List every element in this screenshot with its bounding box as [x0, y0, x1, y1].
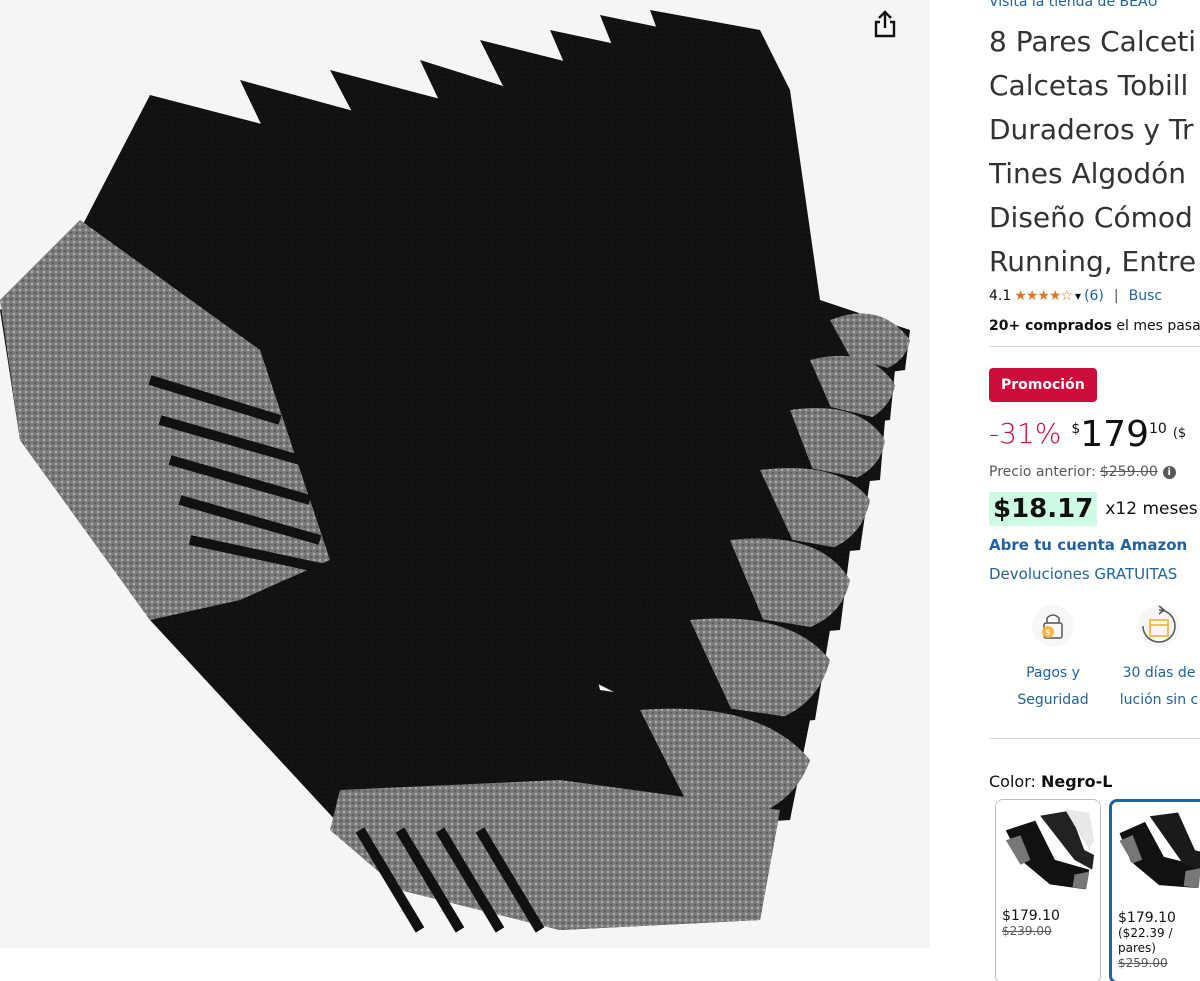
- title-line: Duraderos y Tr: [989, 113, 1194, 146]
- feature-line: lución sin c: [1119, 692, 1199, 708]
- price-row: -31% $ 179 10 ($: [989, 412, 1186, 458]
- title-line: 8 Pares Calceti: [989, 25, 1196, 58]
- installment-amount: $18.17: [989, 492, 1098, 526]
- swatch-thumbnail: [1112, 804, 1200, 904]
- bought-bold: 20+ comprados: [989, 318, 1112, 334]
- color-selected: Negro-L: [1040, 772, 1113, 791]
- bought-rest: el mes pasad: [1111, 318, 1200, 334]
- free-returns-link[interactable]: Devoluciones GRATUITAS: [989, 565, 1177, 583]
- title-line: Running, Entre: [989, 245, 1197, 278]
- installment-row: $18.17 x12 meses V: [989, 492, 1200, 526]
- separator: |: [1113, 288, 1119, 304]
- open-account-link[interactable]: Abre tu cuenta Amazon: [989, 536, 1187, 554]
- payment-lock-icon: $: [1032, 605, 1074, 647]
- price-whole: 179: [1080, 414, 1149, 455]
- discount-percent: -31%: [989, 417, 1062, 450]
- previous-price-label: Precio anterior:: [989, 464, 1096, 480]
- socks-illustration: [0, 10, 910, 933]
- color-swatch[interactable]: $179.10 $239.00: [995, 799, 1101, 981]
- promo-badge: Promoción: [989, 368, 1097, 402]
- star-rating-icon[interactable]: ★★★★☆: [1014, 288, 1073, 304]
- title-line: Calcetas Tobill: [989, 69, 1189, 102]
- bought-count: 20+ comprados el mes pasad: [989, 318, 1200, 334]
- title-line: Diseño Cómod: [989, 201, 1193, 234]
- unit-price: ($: [1172, 426, 1187, 441]
- rating-value: 4.1: [989, 288, 1012, 304]
- feature-returns[interactable]: 30 días de lución sin c: [1111, 604, 1200, 714]
- rating-row: 4.1 ★★★★☆ ▾ (6) | Busc: [989, 288, 1162, 304]
- installment-text: x12 meses V: [1105, 499, 1200, 519]
- price-fraction: 10: [1148, 421, 1167, 437]
- product-info-column: Visita la tienda de BEAU 8 Pares Calceti…: [989, 0, 1200, 981]
- divider: [989, 346, 1200, 347]
- feature-line: 30 días de: [1122, 665, 1196, 681]
- swatch-old-price: $259.00: [1118, 956, 1168, 970]
- product-main-image[interactable]: [0, 0, 930, 948]
- swatch-old-price: $239.00: [1002, 924, 1052, 938]
- return-box-icon: [1138, 605, 1180, 647]
- color-label: Color: Negro-L: [989, 772, 1112, 791]
- share-icon: [874, 10, 896, 38]
- product-title: 8 Pares Calceti Calcetas Tobill Duradero…: [989, 20, 1200, 284]
- swatch-price: $179.10: [1002, 908, 1060, 924]
- feature-label: Pagos y Seguridad: [1005, 660, 1101, 714]
- divider: [989, 738, 1200, 739]
- swatch-thumbnail: [996, 800, 1100, 904]
- feature-line: Seguridad: [1017, 692, 1089, 708]
- search-link[interactable]: Busc: [1129, 288, 1162, 304]
- installment-term: x12 meses: [1105, 499, 1198, 519]
- feature-payments[interactable]: $ Pagos y Seguridad: [1005, 604, 1101, 714]
- svg-text:$: $: [1045, 628, 1050, 637]
- color-swatch-selected[interactable]: $179.10 ($22.39 / pares) $259.00: [1109, 799, 1200, 981]
- title-line: Tines Algodón: [989, 157, 1186, 190]
- previous-price: $259.00: [1099, 464, 1158, 480]
- feature-label: 30 días de lución sin c: [1111, 660, 1200, 714]
- rating-count-link[interactable]: (6): [1084, 288, 1104, 304]
- chevron-down-icon[interactable]: ▾: [1075, 289, 1081, 303]
- feature-line: Pagos y: [1026, 665, 1080, 681]
- currency-symbol: $: [1071, 421, 1081, 437]
- store-link[interactable]: Visita la tienda de BEAU: [989, 0, 1158, 10]
- swatch-unit-price: ($22.39 / pares): [1118, 926, 1173, 955]
- info-icon[interactable]: i: [1162, 465, 1176, 479]
- previous-price-row: Precio anterior: $259.00 i: [989, 464, 1176, 480]
- swatch-price: $179.10: [1118, 910, 1176, 926]
- color-label-text: Color:: [989, 772, 1036, 791]
- share-button[interactable]: [872, 10, 912, 46]
